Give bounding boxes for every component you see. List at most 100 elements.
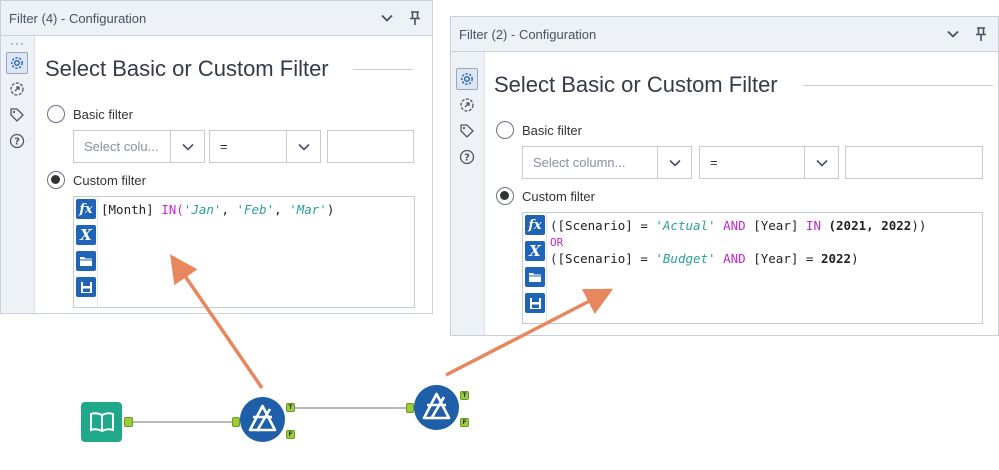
custom-filter-label: Custom filter: [522, 188, 595, 204]
output-anchor[interactable]: [124, 417, 133, 427]
filter-icon: [422, 392, 451, 420]
svg-text:?: ?: [14, 137, 20, 148]
code-string: 'Mar': [289, 202, 327, 217]
open-folder-icon[interactable]: [76, 251, 96, 271]
operator-select[interactable]: =: [699, 146, 839, 179]
variable-icon[interactable]: X: [525, 241, 545, 261]
chevron-down-icon[interactable]: [804, 147, 838, 178]
more-dots-icon[interactable]: ···: [10, 36, 25, 50]
sidebar-connection[interactable]: [6, 78, 28, 100]
expression-editor[interactable]: fx X ([Scenario] = 'Actual' AND [Year] I…: [522, 212, 983, 324]
code-operator: =: [798, 251, 821, 266]
sidebar-help[interactable]: ?: [456, 146, 478, 168]
code-close: ): [326, 202, 335, 217]
basic-filter-option[interactable]: Basic filter: [496, 121, 582, 139]
code-number: 2021: [836, 218, 867, 233]
code-comma: ,: [866, 218, 882, 233]
pin-icon[interactable]: [404, 7, 426, 29]
code-field: [Year]: [753, 218, 799, 233]
sidebar-connection[interactable]: [456, 94, 478, 116]
false-anchor[interactable]: F: [286, 430, 295, 439]
sidebar-configuration[interactable]: [6, 52, 28, 74]
function-icon[interactable]: fx: [525, 215, 545, 235]
editor-gutter: fx X: [74, 197, 98, 307]
sidebar-configuration[interactable]: [456, 68, 478, 90]
code-number: 2022: [820, 251, 852, 266]
chevron-down-icon[interactable]: [376, 7, 398, 29]
custom-filter-option[interactable]: Custom filter: [47, 171, 146, 189]
expression-editor[interactable]: fx X [Month] IN('Jan', 'Feb', 'Mar'): [73, 196, 415, 308]
basic-filter-radio[interactable]: [47, 105, 65, 123]
value-input[interactable]: [845, 146, 983, 179]
code-keyword: IN: [798, 218, 829, 233]
chevron-down-icon[interactable]: [170, 131, 204, 162]
code-operator: =: [632, 218, 656, 233]
panel-titlebar: Filter (4) - Configuration: [1, 1, 432, 36]
false-anchor[interactable]: F: [460, 418, 469, 427]
gear-icon: [461, 73, 473, 85]
panel-title: Filter (4) - Configuration: [9, 10, 147, 26]
code-string: 'Feb': [236, 202, 275, 217]
save-icon[interactable]: [76, 277, 96, 297]
chevron-down-icon[interactable]: [286, 131, 320, 162]
input-anchor[interactable]: [406, 403, 414, 413]
code-field: [Year]: [753, 251, 799, 266]
chevron-down-icon[interactable]: [942, 23, 964, 45]
filter-2-config-panel: Filter (2) - Configuration ? Select Basi…: [450, 16, 999, 336]
heading-divider: [803, 85, 993, 86]
config-sidebar: ··· ?: [1, 36, 35, 313]
chevron-down-icon[interactable]: [657, 147, 691, 178]
book-icon: [89, 412, 114, 433]
page-title: Select Basic or Custom Filter: [45, 56, 329, 81]
filter-icon: [248, 404, 277, 432]
sidebar-help[interactable]: ?: [6, 130, 28, 152]
code-number: 2022: [881, 218, 912, 233]
custom-filter-radio[interactable]: [496, 187, 514, 205]
function-icon[interactable]: fx: [76, 199, 96, 219]
code-or-keyword: OR: [550, 236, 564, 249]
true-anchor[interactable]: T: [460, 391, 469, 400]
code-paren: ): [851, 251, 859, 266]
expression-code[interactable]: ([Scenario] = 'Actual' AND [Year] IN (20…: [550, 218, 926, 267]
custom-filter-radio[interactable]: [47, 171, 65, 189]
column-select-text: Select colu...: [84, 139, 159, 154]
filter-tool-4[interactable]: [240, 397, 285, 442]
help-icon: ?: [9, 133, 25, 149]
pin-icon[interactable]: [970, 23, 992, 45]
sidebar-annotation[interactable]: [6, 104, 28, 126]
sidebar-annotation[interactable]: [456, 120, 478, 142]
basic-filter-label: Basic filter: [522, 122, 582, 138]
true-anchor[interactable]: T: [286, 403, 295, 412]
column-select[interactable]: Select column...: [522, 146, 692, 179]
code-keyword: AND: [715, 251, 754, 266]
code-string: 'Actual': [655, 218, 716, 233]
expression-code[interactable]: [Month] IN('Jan', 'Feb', 'Mar'): [101, 202, 334, 218]
code-keyword: IN(: [161, 202, 184, 217]
variable-icon[interactable]: X: [76, 225, 96, 245]
connection-icon: [10, 82, 24, 96]
column-select[interactable]: Select colu...: [73, 130, 205, 163]
column-select-text: Select column...: [533, 155, 626, 170]
code-string: 'Budget': [655, 251, 716, 266]
operator-select-text: =: [220, 139, 228, 154]
connection-icon: [460, 98, 474, 112]
code-keyword: AND: [715, 218, 754, 233]
gear-icon: [11, 57, 23, 69]
input-anchor[interactable]: [232, 417, 240, 427]
save-icon[interactable]: [525, 293, 545, 313]
value-input[interactable]: [327, 130, 414, 163]
basic-filter-radio[interactable]: [496, 121, 514, 139]
operator-select[interactable]: =: [209, 130, 321, 163]
custom-filter-option[interactable]: Custom filter: [496, 187, 595, 205]
code-paren: (: [828, 218, 837, 233]
svg-text:?: ?: [464, 153, 470, 164]
heading-divider: [353, 69, 413, 70]
open-folder-icon[interactable]: [525, 267, 545, 287]
code-comma: ,: [274, 202, 290, 217]
filter-tool-2[interactable]: [414, 385, 459, 430]
code-paren: )): [911, 218, 927, 233]
input-data-tool[interactable]: [81, 402, 122, 442]
basic-filter-option[interactable]: Basic filter: [47, 105, 133, 123]
code-field: [Month]: [101, 202, 154, 217]
tag-icon: [460, 124, 474, 138]
